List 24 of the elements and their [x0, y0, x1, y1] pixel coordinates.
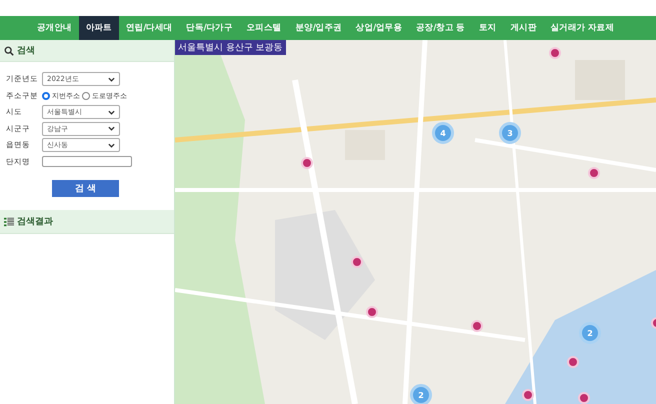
list-icon [4, 216, 14, 226]
radio-button[interactable] [82, 92, 90, 100]
chevron-down-icon [108, 76, 115, 82]
nav-tab[interactable]: 연립/다세대 [118, 16, 180, 40]
nav-tab[interactable]: 오피스텔 [240, 16, 288, 40]
search-button[interactable]: 검 색 [52, 180, 119, 197]
chevron-down-icon [108, 126, 115, 132]
panel-title: 검색 [17, 45, 35, 57]
nav-tab[interactable]: 공장/창고 등 [408, 16, 472, 40]
nav-tab[interactable]: 공개안내 [30, 16, 79, 40]
nav-tab[interactable]: 상업/업무용 [348, 16, 409, 40]
radio-button[interactable] [42, 92, 50, 100]
chevron-down-icon [108, 142, 115, 148]
nav-tab[interactable]: 아파트 [78, 16, 119, 40]
search-icon [4, 46, 14, 56]
panel-title: 검색결과 [17, 216, 53, 228]
nav-tab[interactable]: 단독/다가구 [179, 16, 240, 40]
chevron-down-icon [108, 110, 115, 115]
input-field[interactable] [42, 156, 132, 168]
nav-tab[interactable]: 토지 [472, 16, 504, 40]
location-label: 서울특별시 용산구 보광동 [175, 40, 286, 55]
nav-tab[interactable]: 실거래가 자료제 [543, 16, 622, 40]
nav-tab[interactable]: 분양/입주권 [288, 16, 349, 40]
nav-tab[interactable]: 게시판 [503, 16, 544, 40]
